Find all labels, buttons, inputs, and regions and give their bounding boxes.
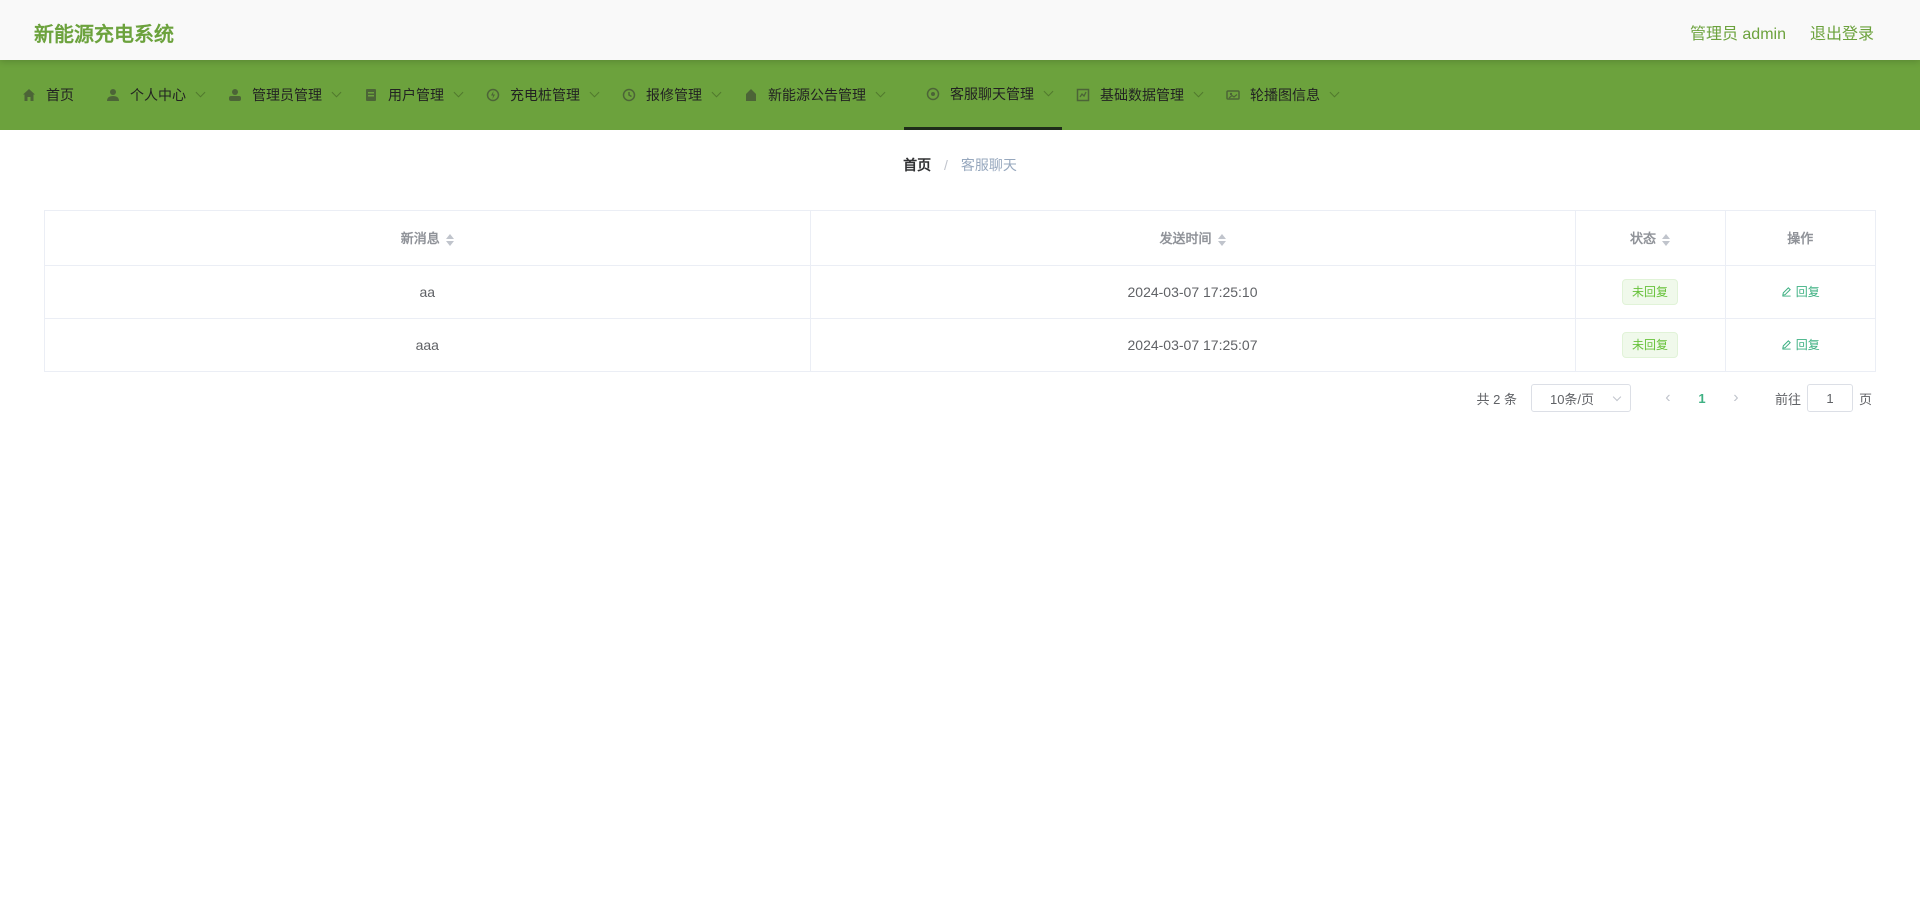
user-icon <box>106 88 120 102</box>
nav-label: 用户管理 <box>388 87 444 103</box>
top-header: 新能源充电系统 管理员 admin 退出登录 <box>0 0 1920 60</box>
nav-label: 客服聊天管理 <box>950 85 1034 102</box>
goto-page: 前往 页 <box>1775 384 1872 412</box>
nav-label: 基础数据管理 <box>1100 87 1184 103</box>
goto-page-input[interactable] <box>1806 384 1853 412</box>
home-icon <box>22 88 36 102</box>
cell-status: 未回复 <box>1575 318 1726 371</box>
cell-time: 2024-03-07 17:25:10 <box>810 265 1576 319</box>
cell-action: 回复 <box>1725 318 1875 371</box>
nav-label: 报修管理 <box>646 87 702 103</box>
admin-user-label[interactable]: 管理员 admin <box>1690 20 1786 44</box>
nav-item-admin[interactable]: 管理员管理 <box>228 60 350 130</box>
notice-icon <box>744 88 758 102</box>
cell-message: aaa <box>45 318 811 371</box>
chevron-down-icon <box>589 87 600 98</box>
nav-label: 管理员管理 <box>252 87 322 103</box>
pagination: 共 2 条 10条/页 ‹ 1 › 前往 页 <box>1476 384 1872 412</box>
nav-item-chargers[interactable]: 充电桩管理 <box>486 60 608 130</box>
column-header-status[interactable]: 状态 <box>1575 211 1726 266</box>
logout-link[interactable]: 退出登录 <box>1810 20 1874 44</box>
edit-icon <box>1781 287 1791 297</box>
users-icon <box>364 88 378 102</box>
breadcrumb-home[interactable]: 首页 <box>903 157 931 173</box>
chevron-down-icon <box>875 87 886 98</box>
nav-item-notices[interactable]: 新能源公告管理 <box>744 60 894 130</box>
status-badge: 未回复 <box>1621 278 1678 305</box>
sort-icon[interactable] <box>1217 233 1226 246</box>
column-header-message[interactable]: 新消息 <box>45 211 811 266</box>
goto-label: 前往 <box>1774 391 1801 407</box>
reply-button[interactable]: 回复 <box>1781 283 1820 300</box>
main-nav: 首页 个人中心 管理员管理 用户管理 充电桩管理 报修管理 新能源公告管理 客服… <box>0 60 1920 130</box>
sort-icon[interactable] <box>445 233 454 246</box>
nav-item-profile[interactable]: 个人中心 <box>106 60 214 130</box>
breadcrumb-separator: / <box>944 157 948 173</box>
chat-table: 新消息 发送时间 状态 操作 aa 2024-03-07 17:25:10 未回… <box>44 210 1876 372</box>
nav-label: 个人中心 <box>130 87 186 103</box>
chat-icon <box>926 87 940 101</box>
nav-item-users[interactable]: 用户管理 <box>364 60 472 130</box>
chevron-down-icon <box>1329 87 1340 98</box>
table-row: aaa 2024-03-07 17:25:07 未回复 回复 <box>45 318 1875 371</box>
nav-label: 轮播图信息 <box>1250 87 1320 103</box>
chevron-down-icon <box>195 87 206 98</box>
page-size-select[interactable]: 10条/页 <box>1530 384 1631 412</box>
table-row: aa 2024-03-07 17:25:10 未回复 回复 <box>45 265 1875 319</box>
nav-label: 充电桩管理 <box>510 87 580 103</box>
total-count: 共 2 条 <box>1476 391 1517 407</box>
nav-item-basic-data[interactable]: 基础数据管理 <box>1076 60 1212 130</box>
chevron-down-icon <box>711 87 722 98</box>
carousel-icon <box>1226 88 1240 102</box>
chevron-down-icon <box>331 87 342 98</box>
column-header-time[interactable]: 发送时间 <box>810 211 1576 266</box>
chevron-down-icon <box>453 87 464 98</box>
table-header-row: 新消息 发送时间 状态 操作 <box>45 211 1875 266</box>
page-suffix: 页 <box>1858 391 1872 407</box>
prev-page-button[interactable]: ‹ <box>1653 389 1683 407</box>
cell-status: 未回复 <box>1575 265 1726 319</box>
admin-icon <box>228 88 242 102</box>
edit-icon <box>1781 340 1791 350</box>
chevron-down-icon <box>1043 86 1054 96</box>
column-header-action: 操作 <box>1725 211 1875 266</box>
charger-icon <box>486 88 500 102</box>
cell-message: aa <box>45 265 811 319</box>
chevron-down-icon <box>1193 87 1204 98</box>
breadcrumb-current: 客服聊天 <box>960 157 1017 173</box>
cell-time: 2024-03-07 17:25:07 <box>810 318 1576 371</box>
nav-item-home[interactable]: 首页 <box>22 60 92 130</box>
app-title: 新能源充电系统 <box>34 24 174 46</box>
nav-item-chat[interactable]: 客服聊天管理 <box>904 60 1062 130</box>
nav-item-repairs[interactable]: 报修管理 <box>622 60 730 130</box>
status-badge: 未回复 <box>1621 331 1678 358</box>
reply-button[interactable]: 回复 <box>1781 336 1820 353</box>
nav-label: 新能源公告管理 <box>768 87 866 103</box>
next-page-button[interactable]: › <box>1721 389 1751 407</box>
nav-item-carousel[interactable]: 轮播图信息 <box>1226 60 1348 130</box>
breadcrumb: 首页 / 客服聊天 <box>0 155 1920 175</box>
sort-icon[interactable] <box>1662 233 1670 246</box>
nav-label: 首页 <box>46 87 74 103</box>
user-area: 管理员 admin 退出登录 <box>1690 20 1874 44</box>
page-number-current[interactable]: 1 <box>1683 391 1721 406</box>
repair-icon <box>622 88 636 102</box>
chevron-down-icon <box>1612 392 1622 402</box>
cell-action: 回复 <box>1725 265 1875 319</box>
data-icon <box>1076 88 1090 102</box>
